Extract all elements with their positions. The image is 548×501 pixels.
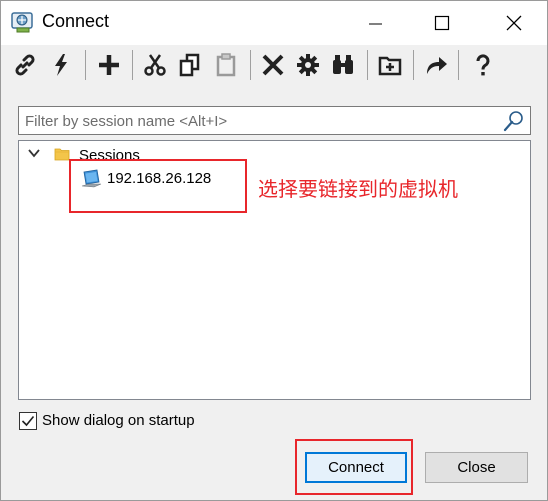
plus-icon [99, 55, 119, 75]
quick-connect-button[interactable] [46, 50, 76, 80]
paste-icon [216, 53, 236, 77]
toolbar [1, 45, 547, 87]
minimize-button[interactable] [353, 1, 399, 45]
show-dialog-label[interactable]: Show dialog on startup [42, 412, 195, 429]
close-button[interactable]: Close [425, 452, 528, 483]
link-icon [15, 54, 35, 76]
new-folder-icon [378, 56, 402, 76]
app-icon [11, 12, 33, 33]
session-filter-input[interactable] [25, 111, 495, 131]
maximize-button[interactable] [419, 1, 465, 45]
toolbar-separator [132, 50, 133, 80]
delete-icon [262, 54, 284, 76]
chevron-down-icon[interactable] [28, 148, 40, 158]
window-title: Connect [42, 11, 110, 31]
paste-button[interactable] [211, 50, 241, 80]
toolbar-separator [413, 50, 414, 80]
folder-icon [54, 148, 70, 161]
copy-icon [179, 53, 200, 77]
toolbar-separator [250, 50, 251, 80]
checkmark-icon [21, 415, 35, 427]
close-window-button[interactable] [491, 1, 537, 45]
find-button[interactable] [328, 50, 358, 80]
cut-icon [144, 54, 166, 76]
close-icon [506, 15, 522, 31]
binoculars-icon [333, 55, 353, 74]
toolbar-separator [85, 50, 86, 80]
toolbar-separator [367, 50, 368, 80]
connect-dialog: Connect Filter by session name <Alt+I> S… [0, 0, 548, 501]
toolbar-separator [458, 50, 459, 80]
filter-box [18, 106, 531, 135]
new-session-button[interactable] [94, 50, 124, 80]
cut-button[interactable] [140, 50, 170, 80]
maximize-icon [434, 15, 450, 31]
connect-button[interactable]: Connect [305, 452, 407, 483]
show-dialog-checkbox[interactable] [19, 412, 37, 430]
help-icon [476, 54, 490, 76]
gear-icon [297, 54, 319, 76]
lightning-icon [55, 54, 67, 76]
delete-button[interactable] [258, 50, 288, 80]
title-bar[interactable]: Connect [1, 1, 547, 45]
minimize-icon [369, 23, 382, 25]
new-folder-button[interactable] [375, 50, 405, 80]
help-button[interactable] [468, 50, 498, 80]
copy-button[interactable] [175, 50, 205, 80]
link-button[interactable] [10, 50, 40, 80]
share-arrow-icon [427, 57, 447, 74]
search-icon[interactable] [502, 109, 526, 133]
share-button[interactable] [421, 50, 451, 80]
annotation-note: 选择要链接到的虚拟机 [258, 177, 458, 201]
properties-button[interactable] [293, 50, 323, 80]
annotation-highlight-session [69, 159, 247, 213]
